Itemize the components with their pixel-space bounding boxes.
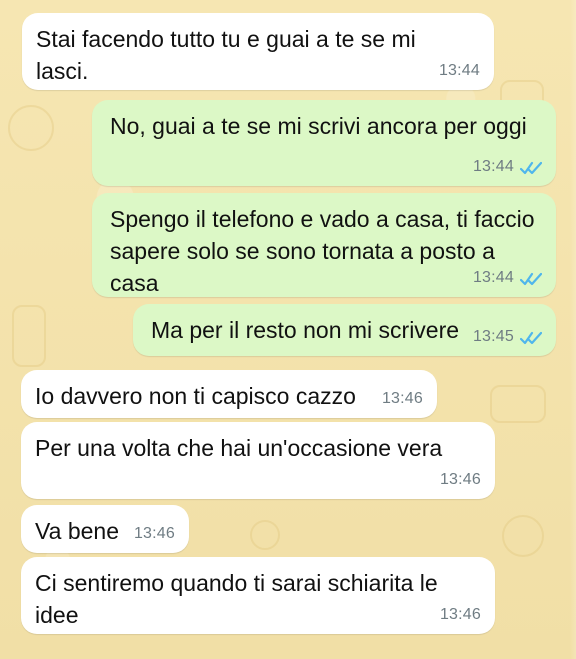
message-text: Ma per il resto non mi scrivere <box>151 317 460 343</box>
message-bubble[interactable]: Ma per il resto non mi scrivere 13:45 <box>133 304 556 356</box>
doodle-ring <box>502 515 544 557</box>
message-time: 13:44 <box>438 62 480 79</box>
message-bubble[interactable]: Spengo il telefono e vado a casa, ti fac… <box>92 193 556 297</box>
message-text: No, guai a te se mi scrivi ancora per og… <box>110 113 527 139</box>
message-bubble[interactable]: No, guai a te se mi scrivi ancora per og… <box>92 100 556 186</box>
message-text: Va bene <box>35 518 119 544</box>
message-time: 13:44 <box>472 269 514 286</box>
message-bubble[interactable]: Io davvero non ti capisco cazzo 13:46 <box>21 370 437 418</box>
message-bubble[interactable]: Va bene 13:46 <box>21 505 189 553</box>
message-text: Ci sentiremo quando ti sarai schiarita l… <box>35 570 438 628</box>
message-time: 13:44 <box>472 158 514 175</box>
edge-shade <box>570 0 576 659</box>
message-time: 13:46 <box>439 471 481 488</box>
message-time: 13:46 <box>439 606 481 623</box>
message-bubble[interactable]: Ci sentiremo quando ti sarai schiarita l… <box>21 557 495 634</box>
double-check-icon <box>520 160 542 176</box>
double-check-icon <box>520 330 542 346</box>
message-text: Per una volta che hai un'occasione vera <box>35 435 443 461</box>
message-time: 13:45 <box>472 328 514 345</box>
doodle-card <box>490 385 546 423</box>
message-time: 13:46 <box>133 525 175 542</box>
message-text: Spengo il telefono e vado a casa, ti fac… <box>110 206 535 296</box>
doodle-panel <box>12 305 46 367</box>
doodle-circle <box>8 105 54 151</box>
double-check-icon <box>520 271 542 287</box>
message-text: Stai facendo tutto tu e guai a te se mi … <box>36 26 416 84</box>
message-time: 13:46 <box>381 390 423 407</box>
message-text: Io davvero non ti capisco cazzo <box>35 383 356 409</box>
message-bubble[interactable]: Per una volta che hai un'occasione vera … <box>21 422 495 499</box>
message-bubble[interactable]: Stai facendo tutto tu e guai a te se mi … <box>22 13 494 90</box>
doodle-dot <box>250 520 280 550</box>
